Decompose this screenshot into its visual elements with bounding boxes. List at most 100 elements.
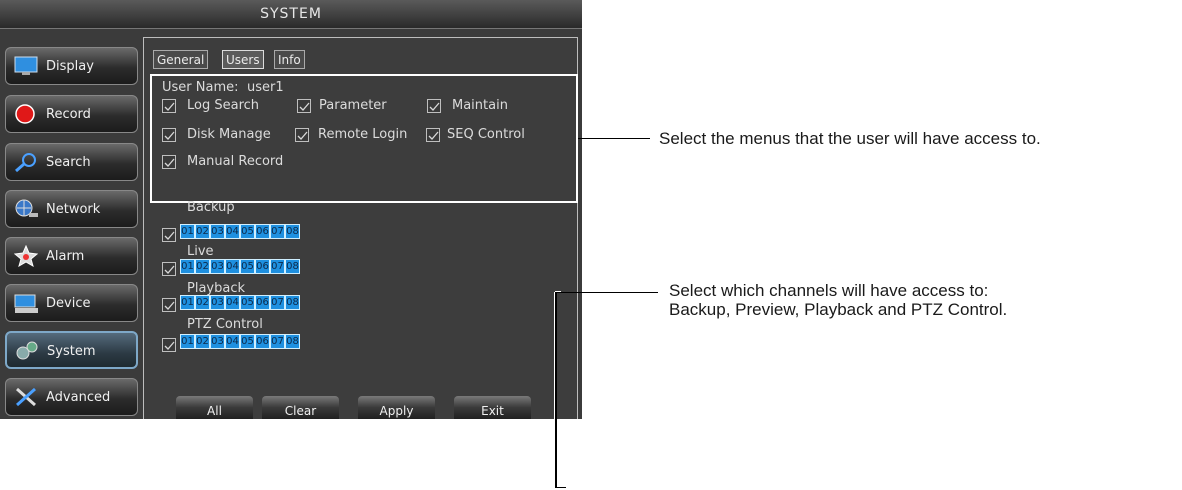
permission-checkbox-manual-record[interactable] bbox=[162, 155, 176, 169]
sidebar-item-device[interactable]: Device bbox=[5, 284, 138, 322]
permission-checkbox-parameter[interactable] bbox=[297, 99, 311, 113]
annotation-menus: Select the menus that the user will have… bbox=[659, 129, 1041, 148]
sidebar-item-alarm[interactable]: Alarm bbox=[5, 237, 138, 275]
apply-button[interactable]: Apply bbox=[358, 396, 435, 419]
channel-toggle[interactable]: 03 bbox=[210, 259, 225, 274]
permission-label: SEQ Control bbox=[447, 127, 525, 142]
channel-group-checkbox-live[interactable] bbox=[162, 262, 176, 276]
channels-leader-line bbox=[556, 292, 658, 293]
channel-toggle[interactable]: 07 bbox=[270, 259, 285, 274]
permission-checkbox-remote-login[interactable] bbox=[295, 128, 309, 142]
channel-toggle[interactable]: 01 bbox=[180, 295, 195, 310]
channel-toggle[interactable]: 06 bbox=[255, 224, 270, 239]
channel-row-ptz-control: 01 02 03 04 05 06 07 08 bbox=[180, 334, 300, 349]
channel-group-checkbox-playback[interactable] bbox=[162, 298, 176, 312]
channel-toggle[interactable]: 08 bbox=[285, 259, 300, 274]
channel-toggle[interactable]: 07 bbox=[270, 295, 285, 310]
permission-checkbox-maintain[interactable] bbox=[427, 99, 441, 113]
sidebar-item-label: Display bbox=[46, 59, 94, 74]
channel-toggle[interactable]: 01 bbox=[180, 334, 195, 349]
menus-leader-line bbox=[578, 138, 650, 139]
permission-label: Manual Record bbox=[187, 154, 284, 169]
sidebar-item-label: Alarm bbox=[46, 249, 85, 264]
all-button[interactable]: All bbox=[176, 396, 253, 419]
channel-group-label-ptz-control: PTZ Control bbox=[187, 317, 263, 332]
channel-row-playback: 01 02 03 04 05 06 07 08 bbox=[180, 295, 300, 310]
channel-group-label-live: Live bbox=[187, 244, 214, 259]
sidebar-item-network[interactable]: Network bbox=[5, 190, 138, 228]
channel-toggle[interactable]: 02 bbox=[195, 224, 210, 239]
channel-group-checkbox-ptz-control[interactable] bbox=[162, 338, 176, 352]
permission-label: Log Search bbox=[187, 98, 260, 113]
sidebar-item-record[interactable]: Record bbox=[5, 95, 138, 133]
channel-toggle[interactable]: 05 bbox=[240, 259, 255, 274]
channel-toggle[interactable]: 02 bbox=[195, 334, 210, 349]
channel-group-label-backup: Backup bbox=[187, 200, 235, 215]
advanced-tools-icon bbox=[14, 386, 38, 408]
monitor-icon bbox=[14, 55, 38, 77]
sidebar-item-label: Record bbox=[46, 107, 91, 122]
channel-toggle[interactable]: 08 bbox=[285, 295, 300, 310]
channel-toggle[interactable]: 05 bbox=[240, 224, 255, 239]
sidebar-item-system[interactable]: System bbox=[5, 331, 138, 369]
channels-bracket bbox=[554, 291, 561, 489]
permission-label: Remote Login bbox=[318, 127, 408, 142]
channel-toggle[interactable]: 02 bbox=[195, 259, 210, 274]
channel-toggle[interactable]: 04 bbox=[225, 295, 240, 310]
permission-checkbox-log-search[interactable] bbox=[162, 99, 176, 113]
channel-row-backup: 01 02 03 04 05 06 07 08 bbox=[180, 224, 300, 239]
clear-button[interactable]: Clear bbox=[262, 396, 339, 419]
annotation-channels-line1: Select which channels will have access t… bbox=[669, 281, 989, 300]
tab-users[interactable]: Users bbox=[222, 50, 264, 69]
window-title: SYSTEM bbox=[0, 0, 582, 29]
channel-toggle[interactable]: 08 bbox=[285, 224, 300, 239]
system-gears-icon bbox=[15, 340, 39, 362]
sidebar-item-advanced[interactable]: Advanced bbox=[5, 378, 138, 416]
alarm-icon bbox=[13, 244, 39, 268]
permission-checkbox-seq-control[interactable] bbox=[426, 128, 440, 142]
permission-label: Maintain bbox=[452, 98, 508, 113]
channel-toggle[interactable]: 05 bbox=[240, 334, 255, 349]
channel-toggle[interactable]: 02 bbox=[195, 295, 210, 310]
permission-label: Parameter bbox=[319, 98, 387, 113]
sidebar-item-label: Device bbox=[46, 296, 91, 311]
channel-toggle[interactable]: 03 bbox=[210, 295, 225, 310]
channel-group-checkbox-backup[interactable] bbox=[162, 228, 176, 242]
exit-button[interactable]: Exit bbox=[454, 396, 531, 419]
sidebar-item-label: System bbox=[47, 344, 96, 359]
channel-toggle[interactable]: 04 bbox=[225, 224, 240, 239]
channels-bracket-bottom bbox=[556, 487, 566, 488]
channel-toggle[interactable]: 07 bbox=[270, 224, 285, 239]
channel-toggle[interactable]: 06 bbox=[255, 334, 270, 349]
channel-toggle[interactable]: 06 bbox=[255, 259, 270, 274]
channel-toggle[interactable]: 08 bbox=[285, 334, 300, 349]
tab-info[interactable]: Info bbox=[274, 50, 305, 69]
permission-label: Disk Manage bbox=[187, 127, 271, 142]
search-icon bbox=[14, 151, 38, 173]
channel-toggle[interactable]: 01 bbox=[180, 259, 195, 274]
channel-toggle[interactable]: 05 bbox=[240, 295, 255, 310]
device-icon bbox=[14, 292, 38, 314]
network-globe-icon bbox=[14, 198, 38, 220]
annotation-channels-line2: Backup, Preview, Playback and PTZ Contro… bbox=[669, 300, 1008, 319]
permission-checkbox-disk-manage[interactable] bbox=[162, 128, 176, 142]
channel-toggle[interactable]: 01 bbox=[180, 224, 195, 239]
sidebar-item-display[interactable]: Display bbox=[5, 47, 138, 85]
channel-toggle[interactable]: 07 bbox=[270, 334, 285, 349]
channels-bracket-line bbox=[555, 292, 557, 488]
sidebar-item-search[interactable]: Search bbox=[5, 143, 138, 181]
channel-toggle[interactable]: 06 bbox=[255, 295, 270, 310]
channel-group-label-playback: Playback bbox=[187, 281, 246, 296]
sidebar-item-label: Advanced bbox=[46, 390, 111, 405]
channel-toggle[interactable]: 03 bbox=[210, 334, 225, 349]
tab-general[interactable]: General bbox=[153, 50, 209, 69]
sidebar-item-label: Search bbox=[46, 155, 91, 170]
channel-toggle[interactable]: 04 bbox=[225, 259, 240, 274]
record-icon bbox=[14, 103, 38, 125]
channel-toggle[interactable]: 03 bbox=[210, 224, 225, 239]
channel-row-live: 01 02 03 04 05 06 07 08 bbox=[180, 259, 300, 274]
user-name-value: user1 bbox=[247, 80, 284, 95]
sidebar-item-label: Network bbox=[46, 202, 101, 217]
user-name-label: User Name: bbox=[162, 80, 239, 95]
channel-toggle[interactable]: 04 bbox=[225, 334, 240, 349]
